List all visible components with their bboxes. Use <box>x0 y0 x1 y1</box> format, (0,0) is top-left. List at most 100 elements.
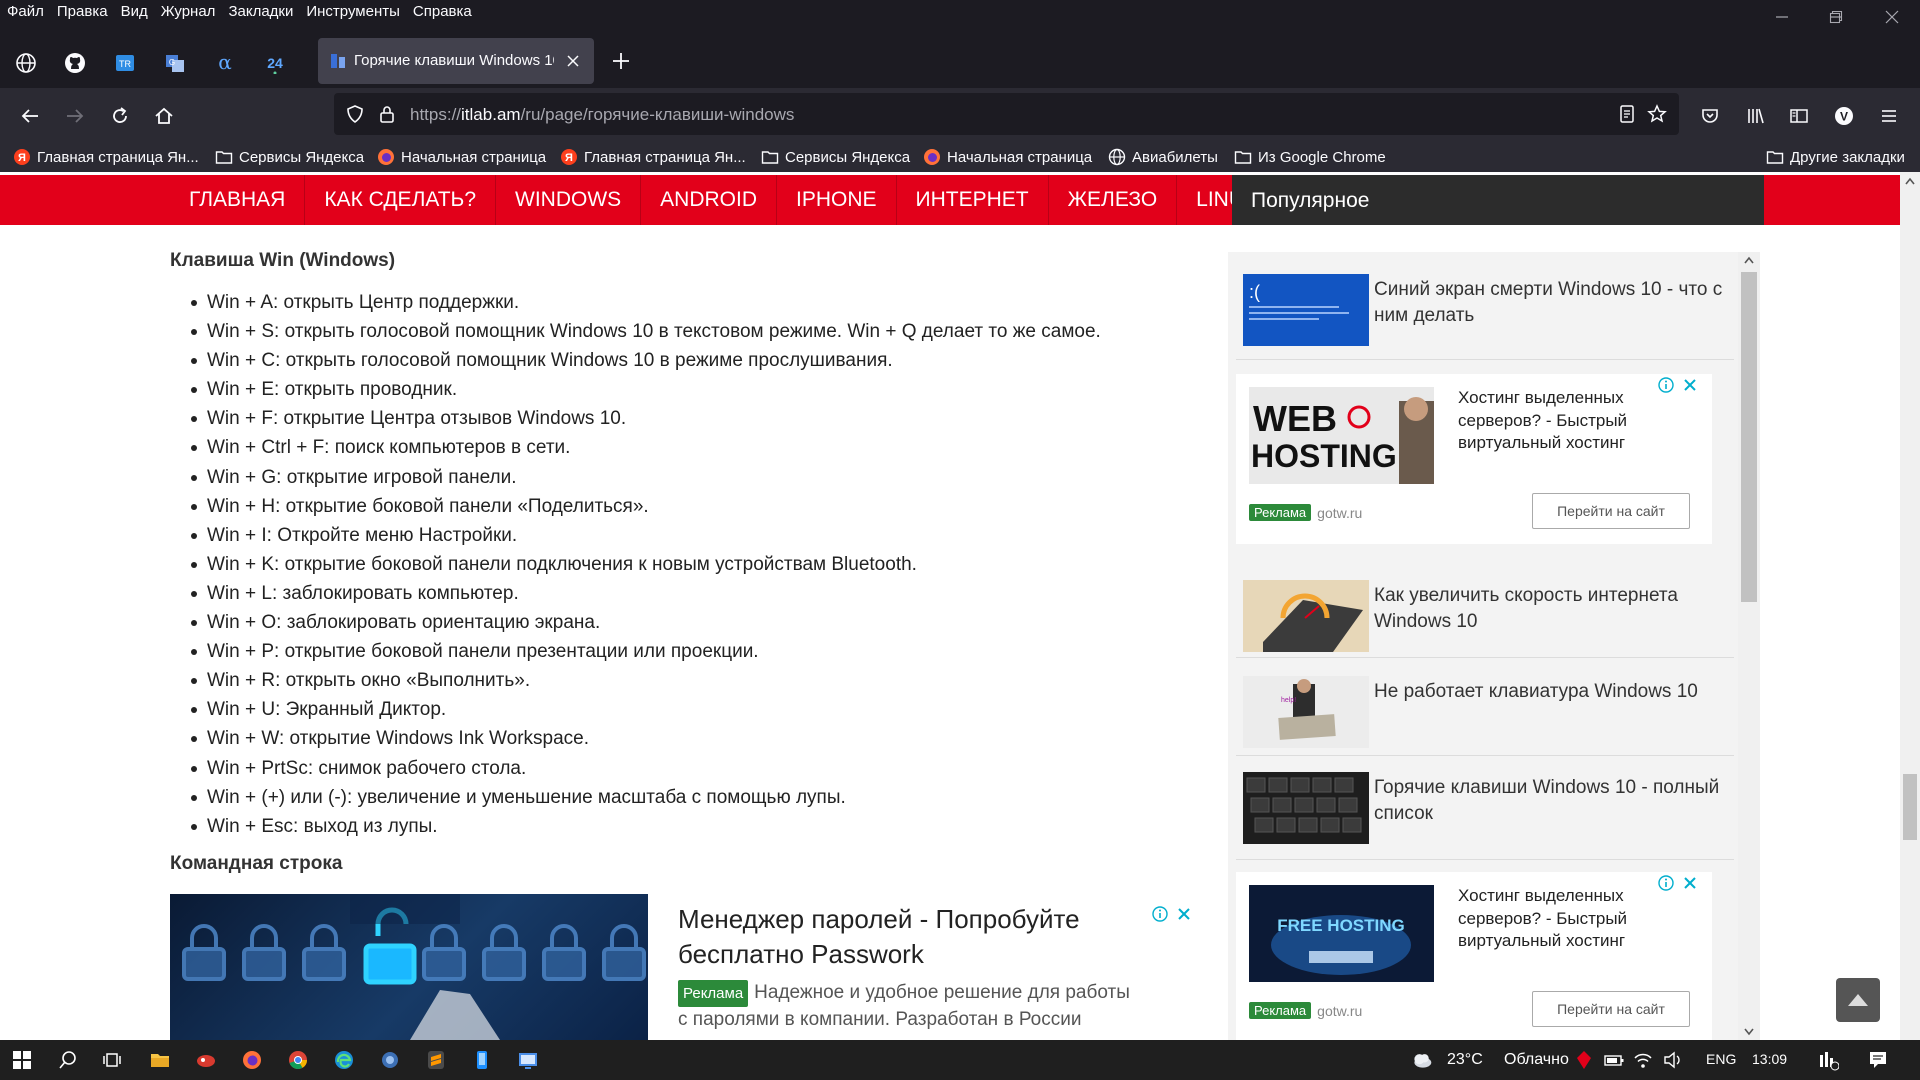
ad-image-free-hosting[interactable]: FREE HOSTING <box>1249 885 1434 982</box>
page-scrollbar[interactable] <box>1900 172 1920 1040</box>
taskbar-sublime[interactable] <box>420 1044 452 1076</box>
forward-button[interactable] <box>59 100 91 132</box>
sidebar-post[interactable]: Как увеличить скорость интернета Windows… <box>1236 580 1734 658</box>
popular-tab[interactable]: Популярное <box>1232 175 1764 225</box>
new-tab-button[interactable] <box>606 46 636 76</box>
translate-icon[interactable]: TR <box>109 47 141 79</box>
go-to-site-button[interactable]: Перейти на сайт <box>1532 493 1690 529</box>
scroll-down-icon[interactable] <box>1744 1028 1754 1036</box>
taskbar-firefox[interactable] <box>236 1044 268 1076</box>
url-bar[interactable]: https://itlab.am/ru/page/горячие-клавиши… <box>334 93 1679 135</box>
hotkeys-thumbnail[interactable] <box>1243 772 1369 844</box>
go-to-site-button[interactable]: Перейти на сайт <box>1532 991 1690 1027</box>
keyboard-thumbnail[interactable]: help! <box>1243 676 1369 748</box>
bookmark-yandex-1[interactable]: Я Главная страница Ян... <box>13 146 199 168</box>
nav-iphone[interactable]: IPHONE <box>777 175 897 225</box>
other-bookmarks[interactable]: Другие закладки <box>1766 146 1905 168</box>
input-language[interactable]: ENG <box>1706 1051 1736 1067</box>
post-title[interactable]: Горячие клавиши Windows 10 - полный спис… <box>1374 775 1739 826</box>
menu-help[interactable]: Справка <box>413 3 472 20</box>
menu-bookmarks[interactable]: Закладки <box>228 3 293 20</box>
reload-button[interactable] <box>104 100 136 132</box>
task-view-button[interactable] <box>96 1044 128 1076</box>
account-button[interactable]: V <box>1828 100 1860 132</box>
sidebar-button[interactable] <box>1783 100 1815 132</box>
notifications-icon[interactable] <box>1862 1044 1894 1076</box>
info-icon[interactable] <box>1658 377 1674 393</box>
home-button[interactable] <box>148 100 180 132</box>
shield-icon[interactable] <box>344 103 366 125</box>
nav-android[interactable]: ANDROID <box>641 175 778 225</box>
sidebar-scroll-thumb[interactable] <box>1741 272 1757 602</box>
close-ad-icon[interactable] <box>1176 906 1192 922</box>
tray-app-icon[interactable] <box>1568 1044 1600 1076</box>
info-icon[interactable] <box>1152 906 1168 922</box>
url-text[interactable]: https://itlab.am/ru/page/горячие-клавиши… <box>410 105 794 125</box>
info-icon[interactable] <box>1658 875 1674 891</box>
ad-domain[interactable]: gotw.ru <box>1317 505 1362 521</box>
menu-tools[interactable]: Инструменты <box>306 3 400 20</box>
ad-domain[interactable]: gotw.ru <box>1317 1003 1362 1019</box>
weather-icon[interactable] <box>1406 1044 1438 1076</box>
sidebar-post[interactable]: Горячие клавиши Windows 10 - полный спис… <box>1236 772 1734 860</box>
wifi-icon[interactable] <box>1627 1044 1659 1076</box>
taskbar-chrome[interactable] <box>282 1044 314 1076</box>
taskbar-edge[interactable] <box>328 1044 360 1076</box>
menu-view[interactable]: Вид <box>121 3 148 20</box>
pocket-button[interactable] <box>1694 100 1726 132</box>
nav-how-to[interactable]: КАК СДЕЛАТЬ? <box>305 175 497 225</box>
translator-icon[interactable]: G <box>159 47 191 79</box>
sidebar-post[interactable]: help! Не работает клавиатура Windows 10 <box>1236 676 1734 756</box>
close-ad-icon[interactable] <box>1682 377 1698 393</box>
scroll-up-icon[interactable] <box>1905 177 1915 185</box>
globe-icon[interactable] <box>10 47 42 79</box>
bookmark-yandex-services-1[interactable]: Сервисы Яндекса <box>215 146 364 168</box>
post-title[interactable]: Как увеличить скорость интернета Windows… <box>1374 583 1739 634</box>
start-button[interactable] <box>6 1044 38 1076</box>
ad-text[interactable]: Хостинг выделенных серверов? - Быстрый в… <box>1458 387 1698 455</box>
ad-image-web-hosting[interactable]: WEB HOSTING <box>1249 387 1434 484</box>
star-icon[interactable] <box>1646 103 1668 125</box>
bsod-thumbnail[interactable]: :( <box>1243 274 1369 346</box>
github-icon[interactable] <box>59 47 91 79</box>
tray-monitor-icon[interactable] <box>1812 1044 1844 1076</box>
tab-active[interactable]: Горячие клавиши Windows 10 - полный спис… <box>318 38 594 84</box>
weather-temperature[interactable]: 23°C <box>1447 1051 1483 1069</box>
sidebar-ad[interactable]: FREE HOSTING Хостинг выделенных серверов… <box>1236 872 1712 1040</box>
bookmark-from-chrome[interactable]: Из Google Chrome <box>1234 146 1386 168</box>
taskbar-app-blue[interactable] <box>374 1044 406 1076</box>
close-ad-icon[interactable] <box>1682 875 1698 891</box>
search-button[interactable] <box>52 1044 84 1076</box>
nav-home[interactable]: ГЛАВНАЯ <box>170 175 306 225</box>
menu-edit[interactable]: Правка <box>57 3 108 20</box>
ad-banner[interactable]: Менеджер паролей - Попробуйте бесплатно … <box>170 894 1190 1040</box>
taskbar-phone-app[interactable] <box>466 1044 498 1076</box>
taskbar-app-game[interactable] <box>190 1044 222 1076</box>
ad-title[interactable]: Менеджер паролей - Попробуйте бесплатно … <box>678 902 1108 972</box>
internet-speed-thumbnail[interactable] <box>1243 580 1369 652</box>
post-title[interactable]: Синий экран смерти Windows 10 - что с ни… <box>1374 277 1739 328</box>
sidebar-post[interactable]: :( Синий экран смерти Windows 10 - что с… <box>1236 274 1734 360</box>
nav-hardware[interactable]: ЖЕЛЕЗО <box>1049 175 1178 225</box>
ad-text[interactable]: Хостинг выделенных серверов? - Быстрый в… <box>1458 885 1698 953</box>
reader-view-icon[interactable] <box>1616 103 1638 125</box>
battery-icon[interactable] <box>1598 1044 1630 1076</box>
bookmark-start-page-1[interactable]: Начальная страница <box>377 146 546 168</box>
taskbar-explorer[interactable] <box>144 1044 176 1076</box>
weather-condition[interactable]: Облачно <box>1504 1051 1569 1069</box>
menu-file[interactable]: Файл <box>7 3 44 20</box>
24-icon[interactable]: 24 <box>259 47 291 79</box>
bookmark-yandex-2[interactable]: Я Главная страница Ян... <box>560 146 746 168</box>
nav-windows[interactable]: WINDOWS <box>496 175 642 225</box>
app-menu-button[interactable] <box>1873 100 1905 132</box>
lock-icon[interactable] <box>376 103 398 125</box>
taskbar-monitor-app[interactable] <box>512 1044 544 1076</box>
clock-time[interactable]: 13:09 <box>1752 1051 1787 1067</box>
bookmark-yandex-services-2[interactable]: Сервисы Яндекса <box>761 146 910 168</box>
page-scroll-thumb[interactable] <box>1903 774 1917 840</box>
scroll-up-icon[interactable] <box>1744 256 1754 264</box>
bookmark-start-page-2[interactable]: Начальная страница <box>923 146 1092 168</box>
ad-image-locks[interactable] <box>170 894 648 1040</box>
post-title[interactable]: Не работает клавиатура Windows 10 <box>1374 679 1739 705</box>
sidebar-scrollbar[interactable] <box>1738 252 1760 1040</box>
